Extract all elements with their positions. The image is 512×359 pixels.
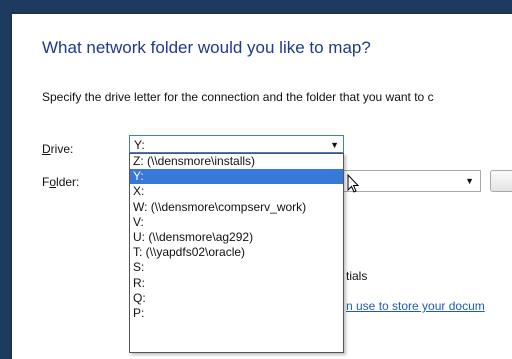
chevron-down-icon[interactable]: ▼ xyxy=(330,140,339,150)
dialog-heading: What network folder would you like to ma… xyxy=(42,38,371,57)
drive-option[interactable]: R: xyxy=(130,276,343,291)
drive-option[interactable]: V: xyxy=(130,215,343,230)
drive-option[interactable]: S: xyxy=(130,260,343,275)
drive-option[interactable]: W: (\\densmore\compserv_work) xyxy=(130,200,343,215)
drive-option[interactable]: Q: xyxy=(130,291,343,306)
drive-option[interactable]: Y: xyxy=(130,169,343,185)
connect-website-link[interactable]: n use to store your docum xyxy=(346,299,485,313)
drive-option[interactable]: Z: (\\densmore\installs) xyxy=(130,154,343,169)
browse-button[interactable] xyxy=(490,170,512,192)
folder-label: Folder: xyxy=(42,175,79,189)
chevron-down-icon[interactable]: ▼ xyxy=(465,176,474,186)
drive-option[interactable]: T: (\\yapdfs02\oracle) xyxy=(130,245,343,260)
drive-dropdown-list[interactable]: Z: (\\densmore\installs) Y: X: W: (\\densmo… xyxy=(129,153,344,353)
drive-label: Drive: xyxy=(42,142,73,156)
drive-option[interactable]: X: xyxy=(130,184,343,199)
drive-option[interactable]: U: (\\densmore\ag292) xyxy=(130,230,343,245)
drive-option[interactable]: P: xyxy=(130,306,343,321)
drive-selected-value: Y: xyxy=(134,138,145,152)
folder-label-rest: lder: xyxy=(56,175,80,189)
mouse-cursor-icon xyxy=(347,174,360,193)
dialog-description: Specify the drive letter for the connect… xyxy=(42,90,434,104)
reconnect-credentials-text: tials xyxy=(346,269,368,283)
drive-select[interactable]: Y: ▼ xyxy=(129,135,344,153)
drive-label-rest: rive: xyxy=(50,142,74,156)
map-network-drive-dialog: What network folder would you like to ma… xyxy=(12,14,512,359)
folder-combo-input[interactable]: ▼ xyxy=(344,170,481,192)
drive-label-accesskey: D xyxy=(42,142,51,156)
